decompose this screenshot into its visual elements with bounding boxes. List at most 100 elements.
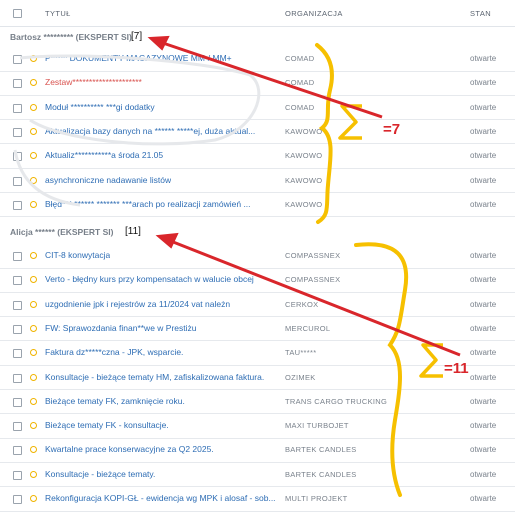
status-circle-icon	[30, 176, 37, 184]
table-row[interactable]: uzgodnienie jpk i rejestrów za 11/2024 v…	[0, 293, 515, 318]
status-text: otwarte	[470, 78, 497, 88]
row-checkbox[interactable]	[13, 470, 22, 480]
ticket-title-link[interactable]: Zestaw*********************	[45, 77, 142, 87]
table-row[interactable]: Błęd*** ****** ******* ***arach po reali…	[0, 193, 515, 218]
table-row[interactable]: FW: Sprawozdania finan**we w Prestiżu MER…	[0, 317, 515, 342]
status-circle-icon	[30, 495, 37, 502]
ticket-title-link[interactable]: Konsultacje - bieżące tematy HM, zafiska…	[45, 372, 264, 382]
ticket-title-link[interactable]: Moduł ********** ***gi dodatky	[45, 102, 155, 112]
ticket-title-link[interactable]: Kwartalne prace konserwacyjne za Q2 2025…	[45, 444, 214, 454]
status-text: otwarte	[470, 396, 497, 406]
status-circle-icon	[30, 324, 37, 332]
ticket-title-link[interactable]: uzgodnienie jpk i rejestrów za 11/2024 v…	[45, 299, 230, 309]
organization-name: TRANS CARGO TRUCKING	[285, 396, 388, 406]
ticket-title-link[interactable]: Verto - błędny kurs przy kompensatach w …	[45, 274, 254, 284]
status-circle-icon	[30, 349, 37, 357]
row-checkbox[interactable]	[13, 276, 22, 286]
status-text: otwarte	[470, 102, 497, 112]
table-row[interactable]: P***** DOKUMENTY MAGAZYNOWE MM-/ MM+ COMA…	[0, 47, 515, 72]
table-row[interactable]: Bieżące tematy FK, zamknięcie roku. TRANS…	[0, 390, 515, 415]
row-checkbox[interactable]	[13, 300, 22, 310]
status-text: otwarte	[470, 421, 497, 431]
table-row[interactable]: Rekonfiguracja KOPI-GŁ - ewidencja wg MP…	[0, 487, 515, 512]
status-text: otwarte	[470, 199, 497, 209]
row-checkbox[interactable]	[13, 373, 22, 383]
status-text: otwarte	[470, 151, 497, 161]
row-checkbox[interactable]	[13, 127, 22, 137]
organization-name: BARTEK CANDLES	[285, 469, 357, 479]
row-checkbox[interactable]	[13, 200, 22, 210]
status-circle-icon	[30, 152, 37, 160]
organization-name: TAU*****	[285, 348, 317, 358]
organization-name: MERCUROL	[285, 323, 331, 333]
ticket-title-link[interactable]: Błęd*** ****** ******* ***arach po reali…	[45, 199, 251, 209]
status-circle-icon	[30, 397, 37, 405]
ticket-title-link[interactable]: P***** DOKUMENTY MAGAZYNOWE MM-/ MM+	[45, 53, 232, 63]
row-checkbox[interactable]	[13, 176, 22, 186]
table-row[interactable]: Bieżące tematy FK - konsultacje. MAXI TUR…	[0, 414, 515, 439]
row-checkbox[interactable]	[13, 397, 22, 407]
row-checkbox[interactable]	[13, 422, 22, 432]
table-row[interactable]: Moduł ********** ***gi dodatky COMAD otwar…	[0, 96, 515, 121]
ticket-title-link[interactable]: asynchroniczne nadawanie listów	[45, 175, 171, 185]
status-text: otwarte	[470, 469, 497, 479]
row-checkbox[interactable]	[13, 103, 22, 113]
status-text: otwarte	[470, 126, 497, 136]
column-status-header[interactable]: STAN	[470, 9, 491, 18]
group-header-2[interactable]: Alicja ****** (EKSPERT SI) [11]	[0, 222, 515, 244]
status-text: otwarte	[470, 175, 497, 185]
status-text: otwarte	[470, 494, 497, 503]
ticket-title-link[interactable]: Bieżące tematy FK - konsultacje.	[45, 420, 169, 430]
ticket-title-link[interactable]: FW: Sprawozdania finan**we w Prestiżu	[45, 323, 197, 333]
status-circle-icon	[30, 103, 37, 111]
status-circle-icon	[30, 422, 37, 430]
ticket-title-link[interactable]: Bieżące tematy FK, zamknięcie roku.	[45, 396, 185, 406]
select-all-checkbox[interactable]	[13, 9, 22, 18]
ticket-title-link[interactable]: Aktualiz***********a środa 21.05	[45, 150, 163, 160]
column-organization-header[interactable]: ORGANIZACJA	[285, 9, 343, 18]
row-checkbox[interactable]	[13, 252, 22, 261]
table-row[interactable]: asynchroniczne nadawanie listów KAWOWO otw…	[0, 169, 515, 193]
column-title-header[interactable]: TYTUŁ	[45, 9, 71, 18]
organization-name: MULTI PROJEKT	[285, 494, 348, 503]
ticket-title-link[interactable]: Rekonfiguracja KOPI-GŁ - ewidencja wg MP…	[45, 493, 275, 503]
row-checkbox[interactable]	[13, 79, 22, 89]
row-checkbox[interactable]	[13, 152, 22, 162]
status-circle-icon	[30, 373, 37, 381]
ticket-title-link[interactable]: Konsultacje - bieżące tematy.	[45, 469, 155, 479]
organization-name: KAWOWO	[285, 199, 323, 209]
table-header: TYTUŁ ORGANIZACJA STAN	[0, 0, 515, 27]
status-circle-icon	[30, 276, 37, 284]
organization-name: MAXI TURBOJET	[285, 421, 349, 431]
ticket-title-link[interactable]: CIT-8 konwytacja	[45, 250, 110, 260]
table-row[interactable]: Verto - błędny kurs przy kompensatach w …	[0, 268, 515, 293]
row-checkbox[interactable]	[13, 324, 22, 334]
table-row[interactable]: Kwartalne prace konserwacyjne za Q2 2025…	[0, 438, 515, 463]
organization-name: KAWOWO	[285, 151, 323, 161]
group-header-1[interactable]: Bartosz ********* (EKSPERT SI) [7]	[0, 27, 515, 49]
organization-name: BARTEK CANDLES	[285, 445, 357, 455]
status-circle-icon	[30, 300, 37, 308]
row-checkbox[interactable]	[13, 55, 22, 64]
table-row[interactable]: Konsultacje - bieżące tematy. BARTEK CAND…	[0, 463, 515, 488]
table-row[interactable]: Konsultacje - bieżące tematy HM, zafiska…	[0, 366, 515, 390]
row-checkbox[interactable]	[13, 446, 22, 456]
ticket-title-link[interactable]: Faktura dz*****czna - JPK, wsparcie.	[45, 347, 183, 357]
table-row[interactable]: Zestaw********************* COMAD otwarte	[0, 71, 515, 96]
status-text: otwarte	[470, 445, 497, 455]
table-row[interactable]: Faktura dz*****czna - JPK, wsparcie. TAU*…	[0, 341, 515, 366]
organization-name: COMPASSNEX	[285, 251, 341, 260]
status-text: otwarte	[470, 54, 497, 63]
organization-name: OZIMEK	[285, 372, 316, 382]
ticket-title-link[interactable]: Aktualizacja bazy danych na ****** *****…	[45, 126, 255, 136]
status-circle-icon	[30, 55, 37, 62]
status-text: otwarte	[470, 275, 497, 285]
organization-name: CERKOX	[285, 299, 319, 309]
table-row[interactable]: Aktualizacja bazy danych na ****** *****…	[0, 120, 515, 145]
table-row[interactable]: CIT-8 konwytacja COMPASSNEX otwarte	[0, 244, 515, 269]
organization-name: KAWOWO	[285, 175, 323, 185]
group-name: Bartosz ********* (EKSPERT SI)	[10, 32, 132, 42]
group-count-annotation: [7]	[131, 31, 143, 42]
row-checkbox[interactable]	[13, 349, 22, 359]
table-row[interactable]: Aktualiz***********a środa 21.05 KAWOWO ot…	[0, 144, 515, 169]
